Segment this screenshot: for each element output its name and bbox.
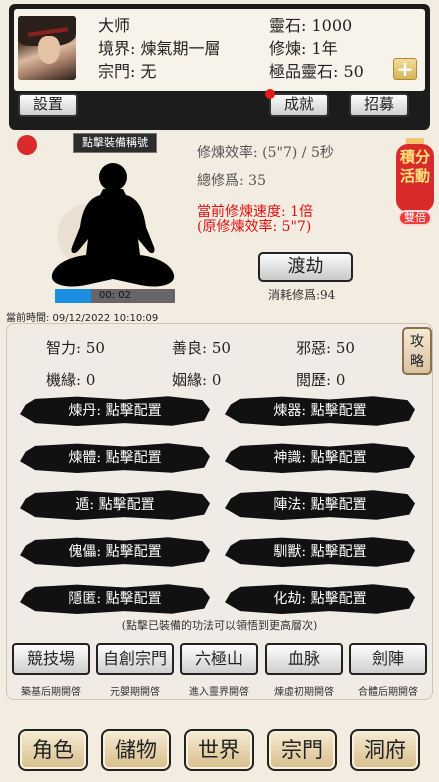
skill-slot-tribulation[interactable]: 化劫: 點擊配置 xyxy=(225,583,415,615)
progress-timer: 00: 02 xyxy=(99,290,131,301)
meditation-silhouette-icon xyxy=(51,163,175,287)
player-info-left: 大师 境界: 煉氣期一層 宗門: 无 xyxy=(98,14,221,83)
attr-fortune: 機緣: 0 xyxy=(46,371,96,389)
six-pole-mountain-button[interactable]: 六極山 xyxy=(180,643,258,675)
total-cultivation: 總修爲: 35 xyxy=(197,173,266,189)
sect-label: 宗門: xyxy=(98,62,136,81)
arena-unlock-text: 築基后期開啓 xyxy=(21,687,81,698)
sword-array-unlock-text: 合體后期開啓 xyxy=(358,687,418,698)
premium-stone-label: 極品靈石: xyxy=(269,62,339,81)
original-efficiency: (原修煉效率: 5"7) xyxy=(197,219,312,235)
spirit-stone-value: 1000 xyxy=(311,16,353,35)
premium-stone-value: 50 xyxy=(343,62,364,81)
nav-character[interactable]: 角色 xyxy=(18,729,88,771)
double-tag: 雙倍 xyxy=(398,210,432,226)
realm-value: 煉氣期一層 xyxy=(140,39,221,58)
lantern-decoration-icon xyxy=(17,135,37,155)
skill-slot-beast[interactable]: 馴獸: 點擊配置 xyxy=(225,536,415,568)
attr-experience: 閲歷: 0 xyxy=(296,371,346,389)
avatar[interactable] xyxy=(18,16,76,80)
six-pole-unlock-text: 進入靈界開啓 xyxy=(189,687,249,698)
attr-evil: 邪惡: 50 xyxy=(296,339,355,357)
player-name: 大师 xyxy=(98,16,131,35)
add-premium-stone-button[interactable]: + xyxy=(393,58,417,80)
settings-button[interactable]: 設置 xyxy=(18,93,78,117)
bloodline-button[interactable]: 血脉 xyxy=(265,643,343,675)
skill-slot-stealth[interactable]: 隱匿: 點擊配置 xyxy=(20,583,210,615)
player-info-right: 靈石: 1000 修煉: 1年 極品靈石: 50 xyxy=(269,14,364,83)
realm-label: 境界: xyxy=(98,39,136,58)
tribulation-button[interactable]: 渡劫 xyxy=(258,252,353,282)
cultivation-label: 修煉: xyxy=(269,39,307,58)
event-lantern-button[interactable]: 積分 活動 雙倍 xyxy=(394,138,436,234)
sword-array-button[interactable]: 劍陣 xyxy=(349,643,427,675)
skill-slot-alchemy[interactable]: 煉丹: 點擊配置 xyxy=(20,395,210,427)
sect-value: 无 xyxy=(140,62,157,81)
skill-slot-formation[interactable]: 陣法: 點擊配置 xyxy=(225,489,415,521)
nav-sect[interactable]: 宗門 xyxy=(267,729,337,771)
achievements-button[interactable]: 成就 xyxy=(269,93,329,117)
attr-romance: 姻緣: 0 xyxy=(172,371,222,389)
skill-slot-puppet[interactable]: 傀儡: 點擊配置 xyxy=(20,536,210,568)
event-lantern-text: 積分 活動 xyxy=(399,148,430,185)
create-sect-unlock-text: 元嬰期開啓 xyxy=(110,687,160,698)
create-sect-button[interactable]: 自創宗門 xyxy=(96,643,174,675)
consume-cost: 消耗修爲:94 xyxy=(268,288,336,302)
cultivation-value: 1年 xyxy=(311,39,338,58)
nav-storage[interactable]: 儲物 xyxy=(101,729,171,771)
skill-slot-spirit[interactable]: 神識: 點擊配置 xyxy=(225,442,415,474)
equip-title-button[interactable]: 點擊裝備稱號 xyxy=(73,133,157,153)
spirit-stone-label: 靈石: xyxy=(269,16,307,35)
guide-button[interactable]: 攻 略 xyxy=(402,327,432,375)
cultivation-progress-bar: 00: 02 xyxy=(55,289,175,303)
arena-button[interactable]: 競技場 xyxy=(12,643,90,675)
attr-kindness: 善良: 50 xyxy=(172,339,231,357)
skill-slot-body[interactable]: 煉體: 點擊配置 xyxy=(20,442,210,474)
cultivation-efficiency: 修煉效率: (5"7) / 5秒 xyxy=(197,145,334,161)
current-time: 當前時間: 09/12/2022 10:10:09 xyxy=(6,313,159,324)
skill-slot-escape[interactable]: 遁: 點擊配置 xyxy=(20,489,210,521)
nav-world[interactable]: 世界 xyxy=(184,729,254,771)
nav-cave[interactable]: 洞府 xyxy=(350,729,420,771)
attr-intelligence: 智力: 50 xyxy=(46,339,105,357)
notification-dot xyxy=(265,89,275,99)
skill-slot-forging[interactable]: 煉器: 點擊配置 xyxy=(225,395,415,427)
bloodline-unlock-text: 煉虛初期開啓 xyxy=(274,687,334,698)
skills-hint: (點擊已裝備的功法可以領悟到更高層次) xyxy=(121,619,318,632)
current-speed: 當前修煉速度: 1倍 xyxy=(197,204,314,220)
recruit-button[interactable]: 招募 xyxy=(349,93,409,117)
